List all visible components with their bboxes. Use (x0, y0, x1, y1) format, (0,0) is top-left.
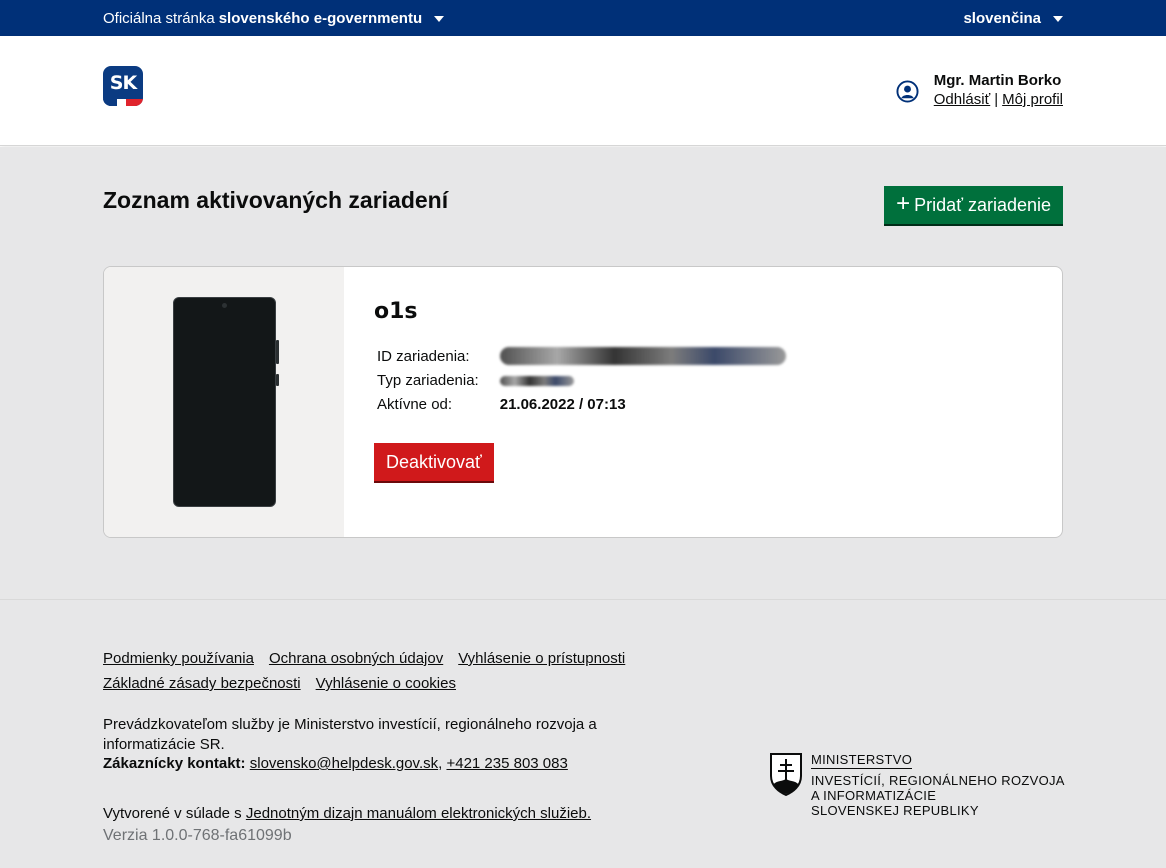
active-since-label: Aktívne od: (377, 395, 453, 413)
logo-flag-red (126, 99, 143, 106)
device-image-box (104, 267, 344, 537)
user-name: Mgr. Martin Borko (933, 72, 1062, 89)
phone-camera (222, 303, 227, 308)
contact-email-link[interactable]: slovensko@helpdesk.gov.sk (250, 755, 438, 772)
user-links: Odhlásiť | Môj profil (934, 91, 1063, 108)
contact-label: Zákaznícky kontakt: (103, 755, 246, 772)
logo-flag-blue (103, 99, 117, 106)
accessibility-link[interactable]: Vyhlásenie o prístupnosti (458, 650, 625, 667)
official-site-strong: slovenského e-governmentu (218, 10, 423, 27)
design-manual-link[interactable]: Jednotným dizajn manuálom elektronických… (246, 805, 591, 822)
site-header: SK Mgr. Martin Borko Odhlásiť | Môj profil (0, 36, 1166, 146)
profile-link[interactable]: Môj profil (1002, 91, 1063, 108)
device-info: o1s ID zariadenia: Typ zariadenia: Aktív… (374, 299, 789, 416)
device-card: o1s ID zariadenia: Typ zariadenia: Aktív… (103, 266, 1063, 538)
footer-links-row-1: Podmienky používania Ochrana osobných úda… (103, 650, 640, 667)
customer-contact: Zákaznícky kontakt: slovensko@helpdesk.g… (103, 755, 568, 772)
sk-logo[interactable]: SK (103, 66, 143, 106)
phone-side-button (276, 374, 279, 386)
logo-flag-white (117, 99, 126, 106)
plus-icon: + (896, 190, 911, 217)
security-link[interactable]: Základné zásady bezpečnosti (103, 675, 301, 692)
language-selector[interactable]: slovenčina (963, 10, 1063, 27)
chevron-down-icon (1053, 15, 1063, 22)
device-type-value-redacted (482, 368, 789, 392)
ministry-line-4: SLOVENSKEJ REPUBLIKY (811, 803, 979, 818)
contact-phone-link[interactable]: +421 235 803 083 (446, 755, 567, 772)
device-name: o1s (374, 299, 418, 324)
phone-side-button (276, 340, 279, 364)
created-prefix: Vytvorené v súlade s (103, 805, 242, 822)
ministry-name: MINISTERSTVO INVESTÍCIÍ, REGIONÁLNEHO RO… (811, 752, 1065, 818)
version-label: Verzia 1.0.0-768-fa61099b (103, 827, 292, 844)
official-site-prefix: Oficiálna stránka (103, 10, 215, 27)
redacted-value (499, 347, 786, 366)
add-device-button[interactable]: + Pridať zariadenie (884, 186, 1063, 226)
device-id-label: ID zariadenia: (377, 347, 470, 365)
ministry-line-3: A INFORMATIZÁCIE (811, 788, 937, 803)
contact-separator: , (438, 755, 443, 772)
active-since-value: 21.06.2022 / 07:13 (499, 395, 626, 413)
link-separator: | (994, 91, 999, 108)
table-row: Typ zariadenia: (374, 368, 789, 392)
logout-link[interactable]: Odhlásiť (934, 91, 990, 108)
table-row: ID zariadenia: (374, 344, 789, 368)
smartphone-icon (173, 297, 279, 507)
user-panel: Mgr. Martin Borko Odhlásiť | Môj profil (934, 72, 1063, 108)
page-title: Zoznam aktivovaných zariadení (103, 187, 449, 213)
device-id-value-redacted (482, 344, 789, 368)
design-manual-note: Vytvorené v súlade s Jednotným dizajn ma… (103, 805, 591, 822)
add-device-label: Pridať zariadenie (914, 194, 1051, 215)
privacy-link[interactable]: Ochrana osobných údajov (269, 650, 443, 667)
user-icon (896, 80, 919, 103)
ministry-logo[interactable]: MINISTERSTVO INVESTÍCIÍ, REGIONÁLNEHO RO… (769, 752, 1065, 818)
terms-link[interactable]: Podmienky používania (103, 650, 254, 667)
device-details: ID zariadenia: Typ zariadenia: Aktívne o… (374, 344, 789, 416)
language-label: slovenčina (963, 10, 1041, 27)
government-banner: Oficiálna stránka slovenského e-governme… (0, 0, 1166, 36)
ministry-line-2: INVESTÍCIÍ, REGIONÁLNEHO ROZVOJA (811, 773, 1065, 788)
slovak-coat-of-arms-icon (770, 753, 802, 796)
redacted-value (499, 375, 574, 386)
site-footer: Podmienky používania Ochrana osobných úda… (0, 599, 1166, 868)
table-row: Aktívne od: 21.06.2022 / 07:13 (374, 392, 789, 416)
ministry-line-1: MINISTERSTVO (811, 752, 913, 769)
chevron-down-icon (434, 15, 445, 22)
footer-links-row-2: Základné zásady bezpečnosti Vyhlásenie o … (103, 675, 471, 692)
operator-text: Prevádzkovateľom služby je Ministerstvo … (103, 716, 597, 753)
main-content: Zoznam aktivovaných zariadení + Pridať z… (0, 147, 1166, 599)
deactivate-button[interactable]: Deaktivovať (374, 443, 494, 483)
official-site-toggle[interactable]: Oficiálna stránka slovenského e-governme… (103, 10, 445, 27)
cookies-link[interactable]: Vyhlásenie o cookies (316, 675, 456, 692)
device-type-label: Typ zariadenia: (377, 371, 479, 389)
logo-text: SK (109, 72, 137, 94)
